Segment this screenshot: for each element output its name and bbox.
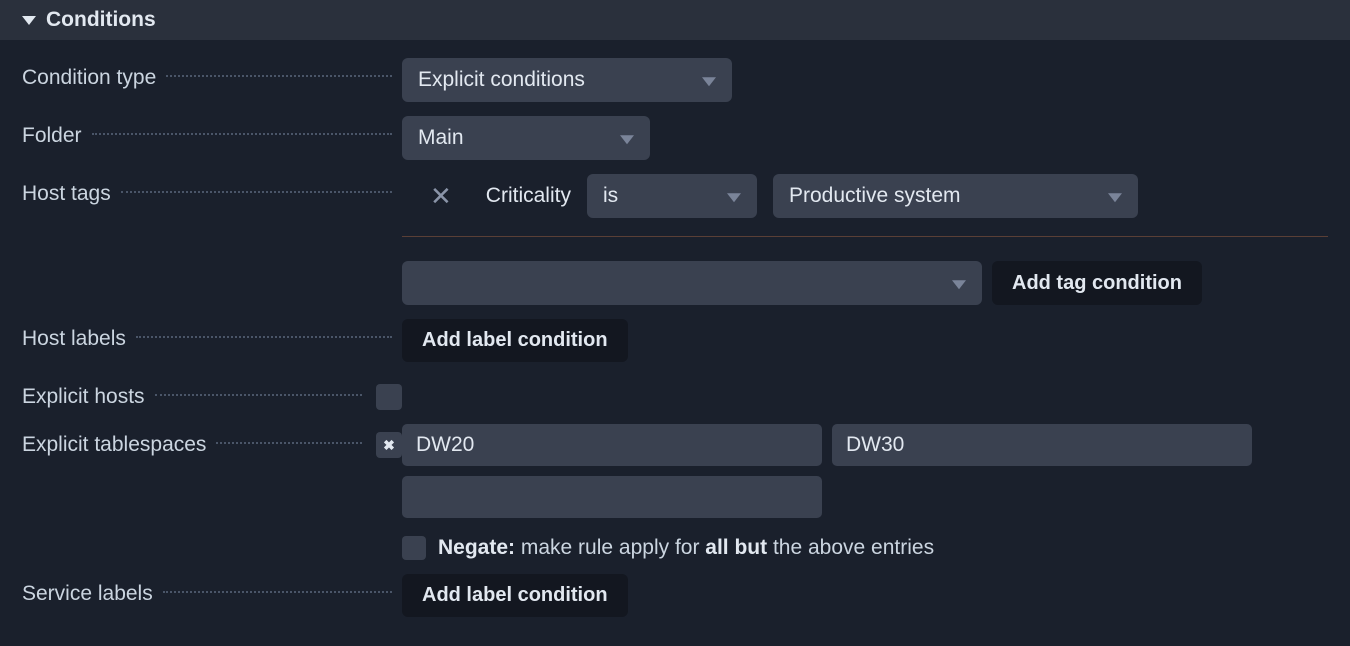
- dots-filler: [166, 75, 392, 77]
- tag-group-label: Criticality: [486, 184, 571, 208]
- row-service-labels: Service labels Add label condition: [22, 574, 1328, 617]
- condition-type-select[interactable]: Explicit conditions: [402, 58, 732, 102]
- panel-body: Condition type Explicit conditions Folde…: [0, 40, 1350, 627]
- negate-checkbox[interactable]: [402, 536, 426, 560]
- tablespace-input-2[interactable]: [402, 476, 822, 518]
- tag-value-select[interactable]: Productive system: [773, 174, 1138, 218]
- tablespace-input-1[interactable]: [832, 424, 1252, 466]
- label-host-tags: Host tags: [22, 182, 111, 206]
- chevron-down-icon: [727, 193, 741, 202]
- negate-text: Negate: make rule apply for all but the …: [438, 536, 934, 560]
- explicit-tablespaces-toggle[interactable]: [376, 432, 402, 458]
- new-tag-select[interactable]: [402, 261, 982, 305]
- tablespaces-inputs: [402, 424, 1328, 518]
- panel-title: Conditions: [46, 8, 156, 32]
- add-tag-condition-button[interactable]: Add tag condition: [992, 261, 1202, 305]
- label-explicit-tablespaces: Explicit tablespaces: [22, 433, 206, 457]
- tag-value: Productive system: [789, 184, 961, 208]
- negate-row: Negate: make rule apply for all but the …: [402, 536, 1328, 560]
- row-explicit-hosts: Explicit hosts: [22, 376, 1328, 410]
- tag-operator-select[interactable]: is: [587, 174, 757, 218]
- folder-select[interactable]: Main: [402, 116, 650, 160]
- row-host-labels: Host labels Add label condition: [22, 319, 1328, 362]
- chevron-down-icon: [1108, 193, 1122, 202]
- label-condition-type: Condition type: [22, 66, 156, 90]
- chevron-down-icon: [620, 135, 634, 144]
- dots-filler: [92, 133, 392, 135]
- row-explicit-tablespaces: Explicit tablespaces Negate: make rule a…: [22, 424, 1328, 560]
- conditions-section-header[interactable]: Conditions: [0, 0, 1350, 40]
- label-folder: Folder: [22, 124, 82, 148]
- dots-filler: [136, 336, 392, 338]
- row-host-tags: Host tags ✕ Criticality is Productive sy…: [22, 174, 1328, 305]
- chevron-down-icon: [952, 280, 966, 289]
- add-host-label-button[interactable]: Add label condition: [402, 319, 628, 362]
- tag-operator-value: is: [603, 184, 618, 208]
- add-service-label-button[interactable]: Add label condition: [402, 574, 628, 617]
- dots-filler: [163, 591, 392, 593]
- dots-filler: [155, 394, 362, 396]
- remove-tag-icon[interactable]: ✕: [402, 181, 470, 212]
- label-explicit-hosts: Explicit hosts: [22, 385, 145, 409]
- label-service-labels: Service labels: [22, 582, 153, 606]
- explicit-hosts-toggle[interactable]: [376, 384, 402, 410]
- add-tag-row: Add tag condition: [402, 261, 1328, 305]
- dots-filler: [216, 442, 362, 444]
- row-folder: Folder Main: [22, 116, 1328, 160]
- condition-type-value: Explicit conditions: [418, 68, 585, 92]
- folder-value: Main: [418, 126, 464, 150]
- caret-down-icon: [22, 16, 36, 25]
- host-tag-condition-row: ✕ Criticality is Productive system: [402, 174, 1328, 237]
- chevron-down-icon: [702, 77, 716, 86]
- dots-filler: [121, 191, 392, 193]
- label-host-labels: Host labels: [22, 327, 126, 351]
- tablespace-input-0[interactable]: [402, 424, 822, 466]
- row-condition-type: Condition type Explicit conditions: [22, 58, 1328, 102]
